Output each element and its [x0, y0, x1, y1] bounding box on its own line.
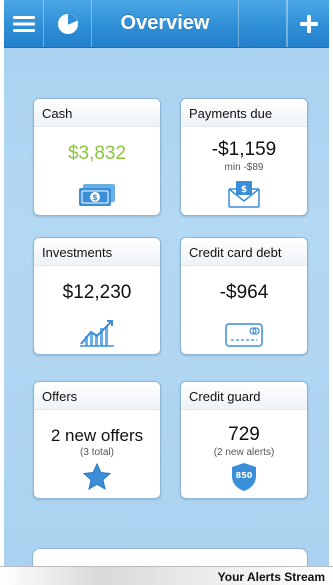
- investments-card[interactable]: Investments $12,230: [33, 237, 161, 355]
- payments-due-value: -$1,159: [211, 139, 277, 160]
- chart-icon: [80, 320, 114, 347]
- nav-bar: Overview: [4, 0, 329, 48]
- credit-card-debt-value: -$964: [219, 282, 269, 303]
- svg-text:$: $: [241, 185, 247, 195]
- offers-card[interactable]: Offers 2 new offers (3 total): [33, 381, 161, 499]
- pie-chart-button[interactable]: [44, 0, 92, 47]
- credit-guard-value: 729: [228, 424, 260, 445]
- credit-guard-title: Credit guard: [181, 382, 307, 410]
- menu-icon: [12, 15, 35, 32]
- add-button[interactable]: [287, 0, 329, 47]
- credit-guard-alerts: (2 new alerts): [213, 447, 275, 458]
- plus-icon: [299, 14, 318, 33]
- svg-text:$: $: [92, 193, 98, 202]
- alerts-stream-label: Your Alerts Stream: [217, 570, 325, 584]
- nav-spacer: [239, 0, 287, 47]
- cash-value: $3,832: [67, 143, 127, 164]
- menu-button[interactable]: [4, 0, 44, 47]
- payments-due-card[interactable]: Payments due -$1,159 min -$89 $: [180, 98, 308, 216]
- credit-card-debt-title: Credit card debt: [181, 238, 307, 266]
- investments-title: Investments: [34, 238, 160, 266]
- credit-guard-card[interactable]: Credit guard 729 (2 new alerts) 850: [180, 381, 308, 499]
- payments-due-min: min -$89: [224, 162, 264, 173]
- app-screen: Overview Cash $3,832 $ Payments due -$1,…: [4, 0, 329, 585]
- offers-value: 2 new offers: [50, 426, 144, 445]
- payments-due-title: Payments due: [181, 99, 307, 127]
- page-title: Overview: [92, 0, 239, 47]
- cash-icon: $: [79, 184, 115, 206]
- credit-card-icon: [225, 323, 263, 347]
- cash-card[interactable]: Cash $3,832 $: [33, 98, 161, 216]
- star-icon: [82, 462, 112, 491]
- alerts-stream-bar[interactable]: Your Alerts Stream: [0, 566, 333, 585]
- cash-title: Cash: [34, 99, 160, 127]
- offers-total: (3 total): [80, 447, 114, 458]
- shield-badge-text: 850: [235, 471, 253, 480]
- envelope-dollar-icon: $: [228, 181, 260, 208]
- offers-title: Offers: [34, 382, 160, 410]
- shield-icon: 850: [230, 462, 258, 492]
- investments-value: $12,230: [62, 282, 132, 303]
- pie-chart-icon: [57, 13, 78, 34]
- credit-card-debt-card[interactable]: Credit card debt -$964: [180, 237, 308, 355]
